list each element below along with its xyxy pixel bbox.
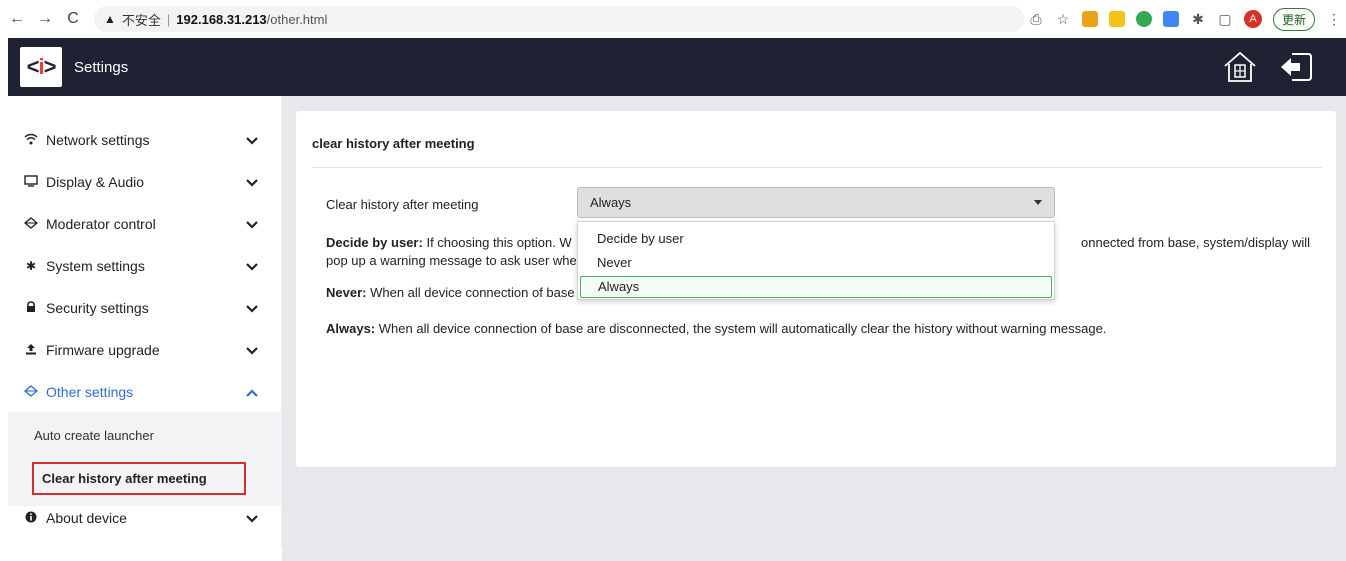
insecure-label: 不安全 [121, 12, 161, 28]
logout-icon[interactable] [1278, 50, 1314, 84]
sidebar-item-label: Firmware upgrade [46, 342, 160, 358]
forward-button[interactable]: → [34, 10, 56, 28]
sidebar-item-other[interactable]: Other settings [8, 372, 282, 412]
puzzle-icon[interactable]: ✱ [1190, 11, 1206, 28]
diamond-icon [23, 384, 39, 400]
desc-title: Decide by user: [326, 235, 423, 250]
update-button[interactable]: 更新 [1272, 7, 1315, 31]
desc-text: pop up a warning message to ask user whe [326, 253, 577, 268]
clear-history-select[interactable]: Always [577, 187, 1055, 218]
chevron-down-icon [246, 342, 260, 358]
profile-avatar[interactable]: A [1243, 10, 1262, 28]
select-value: Always [590, 195, 632, 210]
info-icon [24, 511, 38, 526]
chevron-down-icon [246, 216, 260, 232]
option-always[interactable]: Always [580, 276, 1052, 298]
url-separator: | [166, 11, 171, 27]
home-icon[interactable] [1222, 50, 1258, 84]
desc-text: When all device connection of base [370, 285, 575, 300]
submenu-item-clear-history[interactable]: Clear history after meeting [32, 462, 246, 495]
desc-title: Always: [326, 321, 376, 336]
sidebar-item-label: Other settings [46, 384, 134, 400]
reload-button[interactable]: C [62, 10, 84, 28]
submenu-item-auto-create-launcher[interactable]: Auto create launcher [34, 428, 154, 443]
desc-decide-by-user-line2: pop up a warning message to ask user whe [326, 252, 577, 270]
gear-icon: ✱ [25, 259, 37, 273]
desc-title: Never: [326, 285, 367, 300]
divider [312, 167, 1322, 168]
sidebar-item-label: Moderator control [46, 216, 156, 232]
url-path: /other.html [266, 11, 328, 27]
chevron-up-icon [246, 384, 260, 400]
share-icon[interactable]: ⎙ [1028, 11, 1044, 28]
app-header: < i > Settings [8, 38, 1346, 96]
sidebar-item-label: Display & Audio [46, 174, 145, 190]
desc-text: When all device connection of base are d… [378, 321, 1107, 336]
upload-icon [24, 343, 38, 358]
diamond-icon [23, 216, 39, 232]
back-button[interactable]: ← [6, 10, 28, 28]
sidebar-item-label: Security settings [46, 300, 149, 316]
sidebar-item-firmware[interactable]: Firmware upgrade [8, 330, 282, 370]
desc-text: onnected from base, system/display will [1081, 235, 1311, 250]
caret-down-icon [1034, 200, 1042, 205]
sidebar-item-label: System settings [46, 258, 145, 274]
chevron-down-icon [246, 258, 260, 274]
sidepanel-icon[interactable]: ▢ [1217, 11, 1233, 28]
desc-never: Never: When all device connection of bas… [326, 284, 575, 302]
menu-icon[interactable]: ⋮ [1326, 11, 1342, 28]
select-dropdown: Decide by user Never Always [577, 221, 1055, 300]
url-host: 192.168.31.213 [176, 11, 267, 27]
submenu-other-settings: Auto create launcher Clear history after… [8, 412, 282, 506]
warning-icon[interactable]: ▲ [104, 12, 116, 26]
desc-always: Always: When all device connection of ba… [326, 320, 1106, 338]
sidebar-item-display[interactable]: Display & Audio [8, 162, 282, 202]
sidebar-item-network[interactable]: Network settings [8, 120, 282, 160]
address-bar[interactable]: ▲ 不安全 | 192.168.31.213 /other.html [94, 6, 1024, 32]
desc-decide-by-user: Decide by user: If choosing this option.… [326, 234, 572, 252]
monitor-icon [24, 174, 38, 190]
browser-toolbar: ← → C ▲ 不安全 | 192.168.31.213 /other.html… [0, 0, 1346, 38]
sidebar-item-label: About device [46, 510, 127, 526]
extensions-area: ⎙ ☆ ✱ ▢ A 更新 ⋮ [1028, 0, 1346, 38]
sidebar-item-system[interactable]: ✱ System settings [8, 246, 282, 286]
desc-text: If choosing this option. W [426, 235, 572, 250]
header-actions [1222, 50, 1314, 84]
option-never[interactable]: Never [580, 253, 1052, 275]
chevron-down-icon [246, 174, 260, 190]
lock-icon [24, 300, 38, 316]
wifi-icon [24, 133, 38, 148]
translate-icon[interactable] [1162, 11, 1179, 27]
logo: < i > [20, 47, 62, 87]
sidebar-item-about[interactable]: About device [8, 498, 282, 538]
chevron-down-icon [246, 300, 260, 316]
sidebar-item-moderator[interactable]: Moderator control [8, 204, 282, 244]
desc-decide-by-user-cont: onnected from base, system/display will [1081, 234, 1310, 252]
option-decide-by-user[interactable]: Decide by user [580, 229, 1052, 251]
sidebar-item-label: Network settings [46, 132, 150, 148]
chevron-down-icon [246, 132, 260, 148]
extension-icon[interactable] [1081, 11, 1098, 27]
extension-icon[interactable] [1108, 11, 1125, 27]
sidebar: Network settings Display & Audio Moderat… [8, 96, 282, 548]
page-title: Settings [74, 58, 129, 76]
sidebar-item-security[interactable]: Security settings [8, 288, 282, 328]
field-label: Clear history after meeting [326, 197, 479, 212]
section-title: clear history after meeting [312, 136, 475, 151]
chevron-down-icon [246, 510, 260, 526]
star-icon[interactable]: ☆ [1055, 11, 1071, 28]
extension-icon[interactable] [1135, 11, 1152, 27]
